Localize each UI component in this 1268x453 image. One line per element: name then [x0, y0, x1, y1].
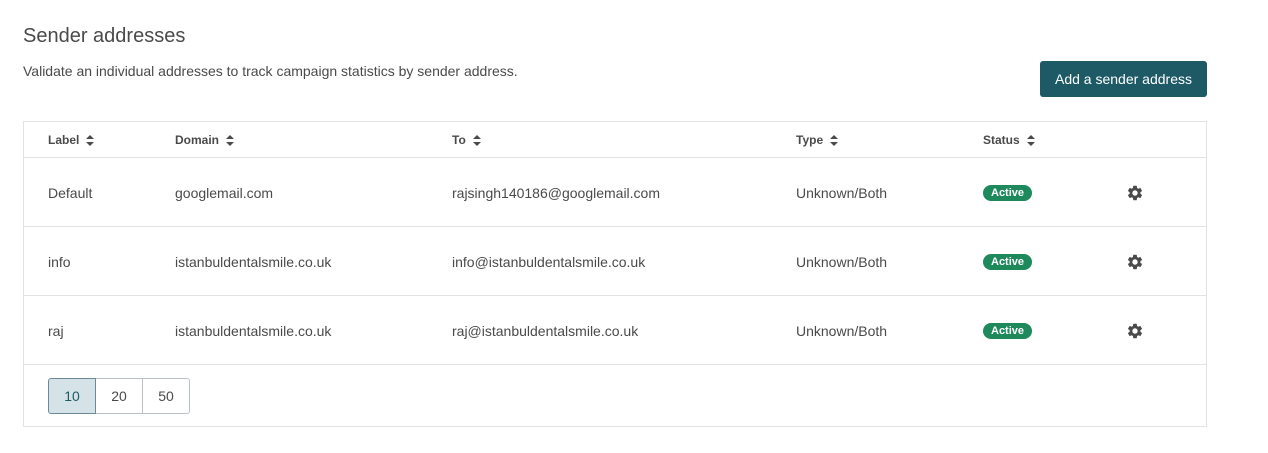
- sort-icon[interactable]: [830, 134, 839, 146]
- sender-addresses-table: Label Domain To Type Status Default goog…: [23, 121, 1207, 427]
- cell-label: Default: [48, 184, 93, 201]
- gear-icon[interactable]: [1126, 253, 1144, 271]
- cell-status: Active: [983, 158, 1033, 227]
- page-size-50-button[interactable]: 50: [142, 378, 190, 414]
- sort-icon[interactable]: [472, 134, 481, 146]
- cell-to: info@istanbuldentalsmile.co.uk: [452, 253, 646, 270]
- page-size-selector: 10 20 50: [48, 378, 190, 414]
- table-row: info istanbuldentalsmile.co.uk info@ista…: [24, 227, 1206, 296]
- cell-type: Unknown/Both: [796, 184, 888, 201]
- sort-icon[interactable]: [226, 134, 235, 146]
- column-header-label[interactable]: Label: [48, 122, 95, 158]
- cell-type: Unknown/Both: [796, 322, 888, 339]
- cell-domain: googlemail.com: [175, 184, 274, 201]
- column-header-status[interactable]: Status: [983, 122, 1035, 158]
- column-header-to-text: To: [452, 133, 466, 147]
- status-badge: Active: [983, 184, 1033, 201]
- cell-actions: [1126, 227, 1144, 296]
- cell-label: info: [48, 253, 71, 270]
- page-description: Validate an individual addresses to trac…: [23, 63, 518, 79]
- sort-icon[interactable]: [1026, 134, 1035, 146]
- cell-domain: istanbuldentalsmile.co.uk: [175, 322, 332, 339]
- cell-type: Unknown/Both: [796, 253, 888, 270]
- cell-actions: [1126, 296, 1144, 365]
- column-header-type-text: Type: [796, 133, 824, 147]
- column-header-to[interactable]: To: [452, 122, 481, 158]
- gear-icon[interactable]: [1126, 184, 1144, 202]
- cell-status: Active: [983, 296, 1033, 365]
- page-title: Sender addresses: [23, 25, 186, 47]
- table-header: Label Domain To Type Status: [24, 122, 1206, 158]
- table-row: raj istanbuldentalsmile.co.uk raj@istanb…: [24, 296, 1206, 365]
- status-badge: Active: [983, 253, 1033, 270]
- column-header-domain[interactable]: Domain: [175, 122, 235, 158]
- page-size-20-button[interactable]: 20: [95, 378, 143, 414]
- sort-icon[interactable]: [86, 134, 95, 146]
- page-size-10-button[interactable]: 10: [48, 378, 96, 414]
- cell-label: raj: [48, 322, 64, 339]
- column-header-type[interactable]: Type: [796, 122, 839, 158]
- status-badge: Active: [983, 322, 1033, 339]
- table-row: Default googlemail.com rajsingh140186@go…: [24, 158, 1206, 227]
- gear-icon[interactable]: [1126, 322, 1144, 340]
- column-header-label-text: Label: [48, 133, 80, 147]
- cell-to: rajsingh140186@googlemail.com: [452, 184, 661, 201]
- cell-domain: istanbuldentalsmile.co.uk: [175, 253, 332, 270]
- cell-status: Active: [983, 227, 1033, 296]
- column-header-status-text: Status: [983, 133, 1020, 147]
- cell-actions: [1126, 158, 1144, 227]
- column-header-domain-text: Domain: [175, 133, 220, 147]
- cell-to: raj@istanbuldentalsmile.co.uk: [452, 322, 639, 339]
- add-sender-address-button[interactable]: Add a sender address: [1040, 61, 1207, 97]
